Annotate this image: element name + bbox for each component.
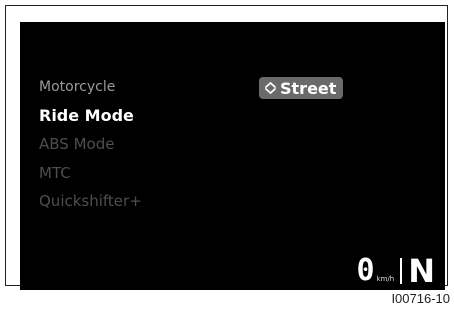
status-bar: 0 km/h N <box>356 252 435 290</box>
menu-item-abs-mode[interactable]: ABS Mode <box>39 130 142 159</box>
ride-mode-value: Street <box>280 78 337 98</box>
menu-item-quickshifter[interactable]: Quickshifter+ <box>39 187 142 216</box>
figure-reference-code: I00716-10 <box>391 291 450 306</box>
menu-item-motorcycle[interactable]: Motorcycle <box>39 73 142 102</box>
settings-menu: Motorcycle Ride Mode ABS Mode MTC Quicks… <box>39 73 142 216</box>
dashboard-display: Motorcycle Ride Mode ABS Mode MTC Quicks… <box>20 22 445 290</box>
ride-mode-selector[interactable]: Street <box>259 77 344 99</box>
up-down-arrows-icon <box>265 82 276 94</box>
menu-item-ride-mode[interactable]: Ride Mode <box>39 102 142 131</box>
gear-indicator: N <box>408 252 435 290</box>
speed-readout: 0 <box>356 253 375 288</box>
status-divider <box>400 258 403 284</box>
menu-item-mtc[interactable]: MTC <box>39 159 142 188</box>
speed-unit-label: km/h <box>376 275 395 283</box>
